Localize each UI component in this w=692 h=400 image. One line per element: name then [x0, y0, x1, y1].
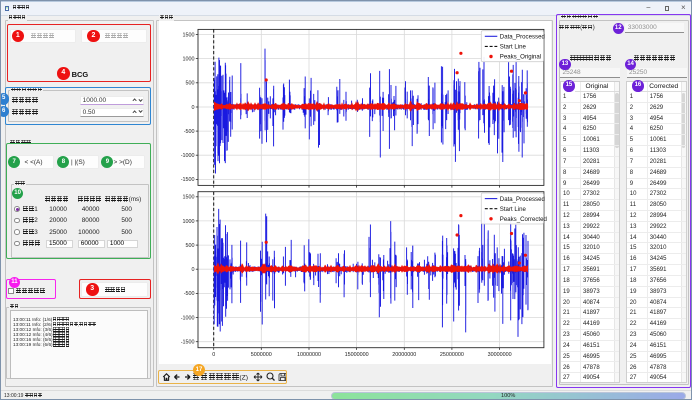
svg-text:Data_Processed: Data_Processed: [500, 196, 545, 203]
svg-text:1500: 1500: [183, 195, 195, 201]
svg-text:1500: 1500: [183, 32, 195, 38]
svg-text:1000: 1000: [183, 56, 195, 62]
svg-text:500: 500: [186, 81, 195, 87]
svg-text:15000000: 15000000: [345, 352, 369, 358]
svg-text:-500: -500: [184, 291, 195, 297]
svg-text:-1500: -1500: [181, 177, 195, 183]
svg-text:1000: 1000: [183, 219, 195, 225]
svg-text:Data_Processed: Data_Processed: [500, 34, 545, 41]
svg-text:20000000: 20000000: [392, 352, 416, 358]
svg-text:0: 0: [192, 105, 195, 111]
svg-text:-1000: -1000: [181, 315, 195, 321]
svg-text:-1500: -1500: [181, 340, 195, 346]
svg-text:25000000: 25000000: [440, 352, 464, 358]
svg-text:5000000: 5000000: [251, 352, 272, 358]
svg-text:500: 500: [186, 243, 195, 249]
svg-text:Peaks_Original: Peaks_Original: [500, 54, 541, 61]
svg-text:0: 0: [212, 352, 215, 358]
svg-text:10000000: 10000000: [297, 352, 321, 358]
svg-text:-1000: -1000: [181, 153, 195, 159]
svg-text:30000000: 30000000: [488, 352, 512, 358]
svg-text:Peaks_Corrected: Peaks_Corrected: [500, 216, 547, 223]
svg-text:-500: -500: [184, 129, 195, 135]
svg-text:0: 0: [192, 267, 195, 273]
svg-text:Start Line: Start Line: [500, 206, 527, 213]
svg-text:Start Line: Start Line: [500, 44, 527, 51]
